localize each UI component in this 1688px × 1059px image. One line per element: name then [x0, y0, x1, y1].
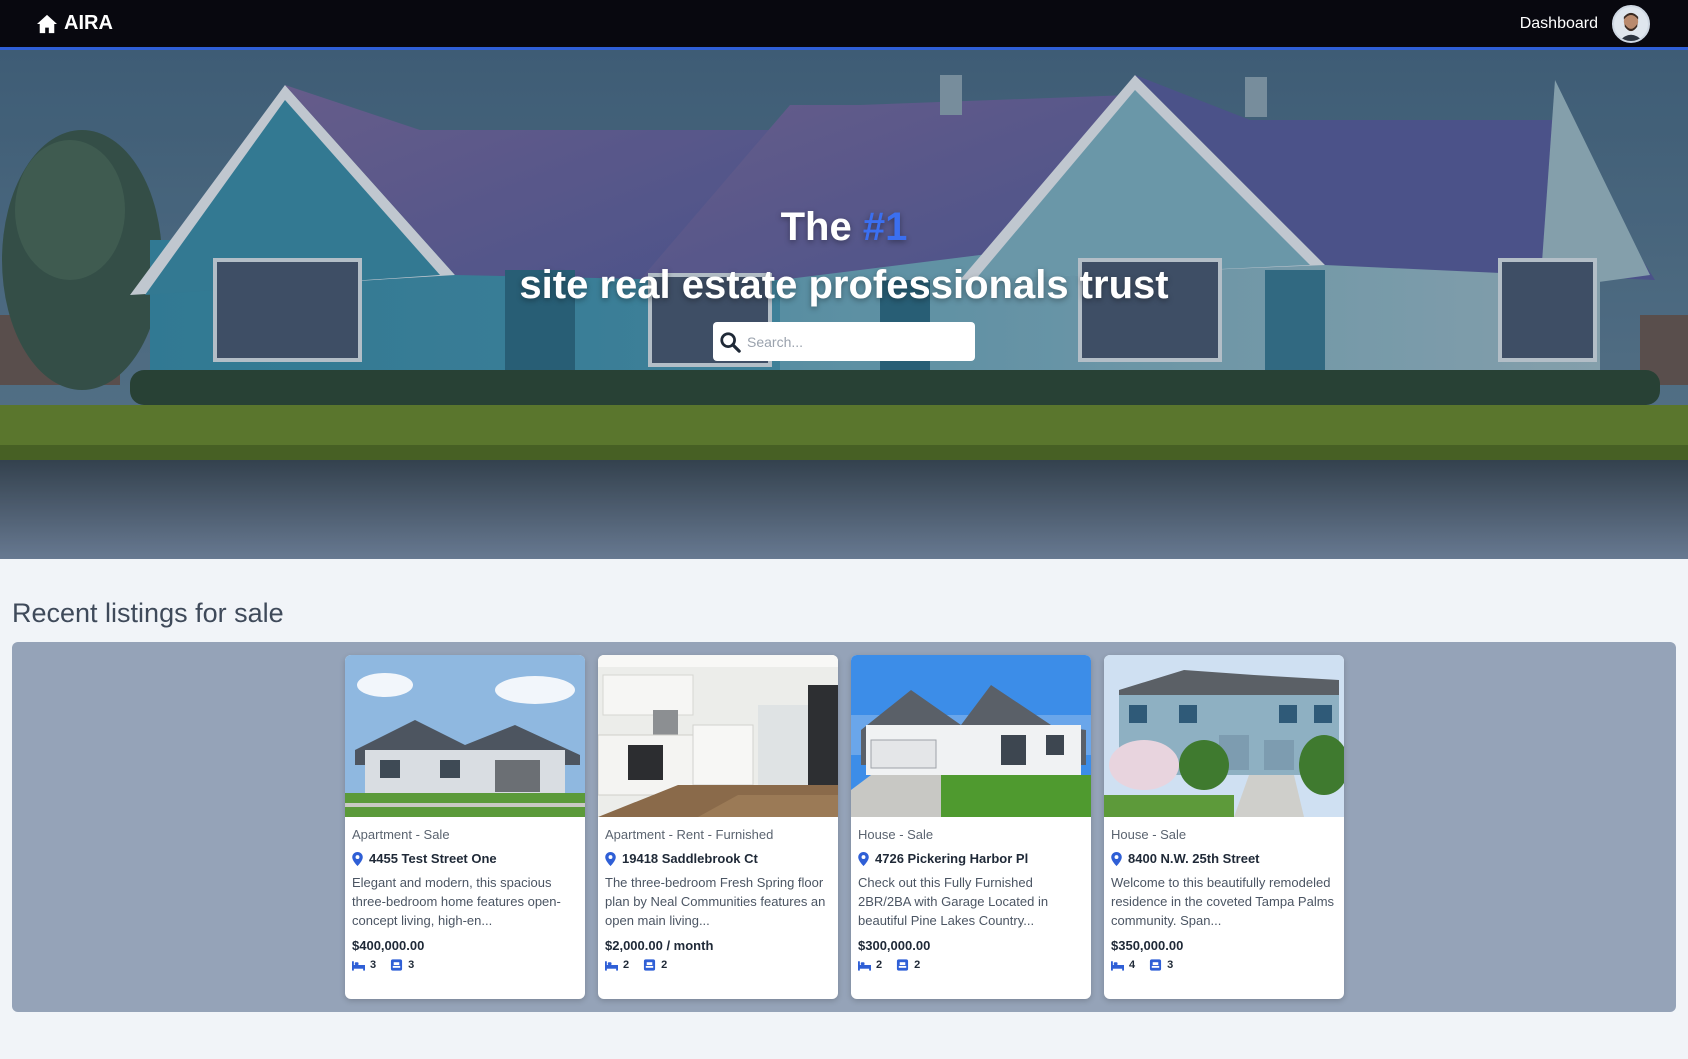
- search-icon: [720, 331, 741, 353]
- listing-card[interactable]: Apartment - Sale 4455 Test Street One El…: [345, 655, 585, 999]
- baths-count: 2: [896, 959, 920, 971]
- bath-icon: [897, 959, 909, 971]
- bath-icon: [1150, 959, 1162, 971]
- baths-count: 3: [390, 959, 414, 971]
- listing-photo: [598, 655, 838, 817]
- listing-type: Apartment - Rent - Furnished: [605, 827, 774, 842]
- location-pin-icon: [858, 851, 869, 866]
- user-avatar[interactable]: [1612, 4, 1650, 43]
- dashboard-link[interactable]: Dashboard: [1520, 15, 1598, 33]
- listing-price: $350,000.00: [1111, 938, 1184, 953]
- listing-type: Apartment - Sale: [352, 827, 450, 842]
- listing-meta: 3 3: [352, 959, 578, 971]
- bed-icon: [1111, 961, 1124, 971]
- navbar: AIRA Dashboard: [0, 0, 1688, 50]
- listing-address-text: 19418 Saddlebrook Ct: [622, 851, 758, 866]
- baths-value: 3: [1167, 959, 1174, 971]
- listing-address: 8400 N.W. 25th Street: [1111, 851, 1337, 866]
- beds-value: 2: [876, 959, 883, 971]
- listing-address: 4455 Test Street One: [352, 851, 578, 866]
- baths-count: 3: [1149, 959, 1173, 971]
- location-pin-icon: [352, 851, 363, 866]
- listing-meta: 2 2: [605, 959, 831, 971]
- avatar-image: [1614, 6, 1648, 41]
- listing-type: House - Sale: [1111, 827, 1187, 842]
- listing-address-text: 8400 N.W. 25th Street: [1128, 851, 1260, 866]
- beds-count: 3: [352, 959, 376, 971]
- listing-description: Welcome to this beautifully remodeled re…: [1111, 875, 1335, 928]
- baths-value: 2: [914, 959, 921, 971]
- listing-address-text: 4726 Pickering Harbor Pl: [875, 851, 1029, 866]
- listing-card[interactable]: Apartment - Rent - Furnished 19418 Saddl…: [598, 655, 838, 999]
- hero-title-end: site real estate professionals trust: [519, 263, 1169, 307]
- listing-card[interactable]: House - Sale 8400 N.W. 25th Street Welco…: [1104, 655, 1344, 999]
- listing-photo: [1104, 655, 1344, 817]
- search-input[interactable]: [747, 333, 967, 350]
- listing-photo: [345, 655, 585, 817]
- listing-description: The three-bedroom Fresh Spring floor pla…: [605, 875, 826, 928]
- beds-value: 2: [623, 959, 630, 971]
- listing-card[interactable]: House - Sale 4726 Pickering Harbor Pl Ch…: [851, 655, 1091, 999]
- listing-cards: Apartment - Sale 4455 Test Street One El…: [345, 655, 1344, 999]
- bed-icon: [858, 961, 871, 971]
- location-pin-icon: [1111, 851, 1122, 866]
- baths-value: 2: [661, 959, 668, 971]
- listing-photo: [851, 655, 1091, 817]
- listing-price: $400,000.00: [352, 938, 425, 953]
- location-pin-icon: [605, 851, 616, 866]
- listing-meta: 4 3: [1111, 959, 1337, 971]
- listing-description: Elegant and modern, this spacious three-…: [352, 875, 561, 928]
- bed-icon: [352, 961, 365, 971]
- hero-title: The #1 site real estate professionals tr…: [0, 198, 1688, 314]
- listing-description: Check out this Fully Furnished 2BR/2BA w…: [858, 875, 1049, 928]
- listing-type: House - Sale: [858, 827, 934, 842]
- beds-count: 2: [605, 959, 629, 971]
- hero-title-start: The: [780, 205, 863, 249]
- bed-icon: [605, 961, 618, 971]
- brand-logo-link[interactable]: AIRA: [36, 12, 113, 35]
- beds-value: 3: [370, 959, 377, 971]
- listing-price: $300,000.00: [858, 938, 931, 953]
- listing-address-text: 4455 Test Street One: [369, 851, 497, 866]
- listing-address: 4726 Pickering Harbor Pl: [858, 851, 1084, 866]
- hero-banner: The #1 site real estate professionals tr…: [0, 50, 1688, 559]
- hero-title-accent: #1: [862, 205, 908, 249]
- nav-right: Dashboard: [1520, 4, 1650, 43]
- bath-icon: [391, 959, 403, 971]
- listing-meta: 2 2: [858, 959, 1084, 971]
- beds-value: 4: [1129, 959, 1136, 971]
- brand-name: AIRA: [64, 12, 113, 34]
- search-box[interactable]: [713, 322, 975, 361]
- recent-listings-heading: Recent listings for sale: [12, 598, 284, 628]
- listing-address: 19418 Saddlebrook Ct: [605, 851, 831, 866]
- listing-price: $2,000.00 / month: [605, 938, 714, 953]
- home-icon: [37, 14, 57, 33]
- baths-value: 3: [408, 959, 415, 971]
- baths-count: 2: [643, 959, 667, 971]
- beds-count: 2: [858, 959, 882, 971]
- beds-count: 4: [1111, 959, 1135, 971]
- bath-icon: [644, 959, 656, 971]
